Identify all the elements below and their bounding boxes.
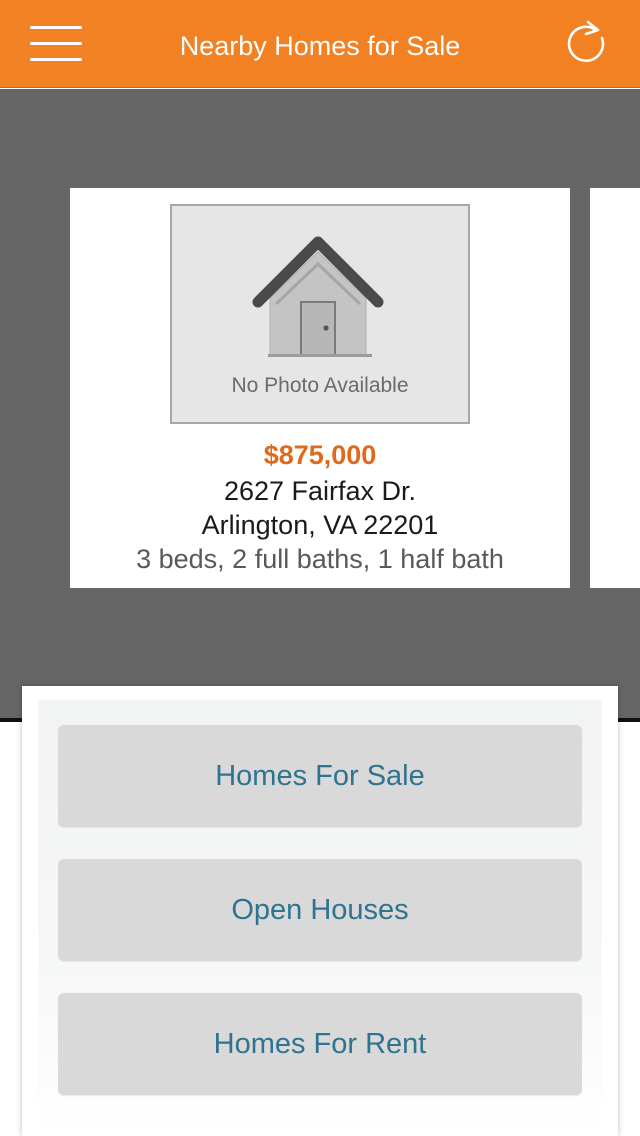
listing-details: 3 beds, 2 full baths, 1 half bath [136, 544, 504, 574]
listing-address-street: 2627 Fairfax Dr. [223, 476, 417, 506]
page-title: Nearby Homes for Sale [179, 31, 461, 61]
homes-for-rent-button[interactable]: Homes For Rent [58, 993, 582, 1095]
photo-placeholder: No Photo Available [170, 204, 470, 424]
listing-card[interactable]: No Photo Available $875,000 2627 Fairfax… [70, 188, 570, 588]
no-photo-label: No Photo Available [231, 374, 409, 397]
listing-price: $875,000 [263, 440, 377, 470]
listing-address-city: Arlington, VA 22201 [201, 510, 439, 540]
hamburger-menu-icon[interactable] [30, 24, 82, 64]
next-listing-card[interactable] [590, 188, 640, 588]
top-bar: Nearby Homes for Sale [0, 0, 640, 88]
menu-panel: Homes For Sale Open Houses Homes For Ren… [38, 700, 602, 1136]
app-screen: Nearby Homes for Sale No Photo Available [0, 0, 640, 1136]
open-houses-button[interactable]: Open Houses [58, 859, 582, 961]
homes-for-sale-button[interactable]: Homes For Sale [58, 725, 582, 827]
search-type-menu: Homes For Sale Open Houses Homes For Ren… [22, 686, 618, 1136]
refresh-icon[interactable] [562, 16, 612, 70]
listing-carousel[interactable]: No Photo Available $875,000 2627 Fairfax… [0, 89, 640, 720]
